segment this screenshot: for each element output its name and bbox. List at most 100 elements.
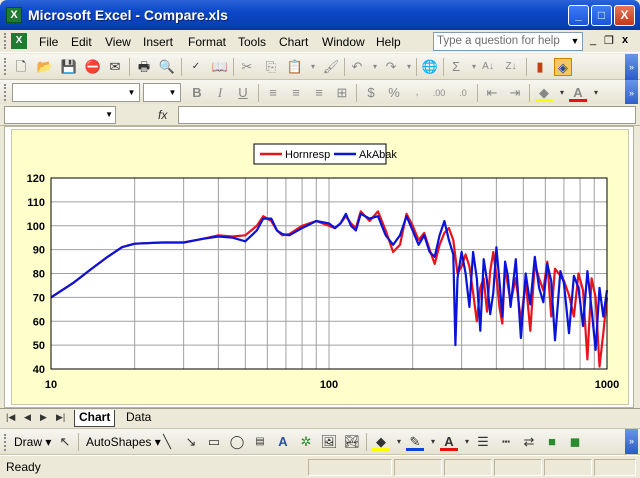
open-icon[interactable]: 📂 [36, 58, 54, 76]
name-box[interactable]: ▼ [4, 106, 116, 124]
maximize-button[interactable]: □ [591, 5, 612, 26]
text-box-icon[interactable]: ▤ [251, 433, 269, 451]
toolbar-grip[interactable] [4, 33, 8, 49]
comma-style-icon[interactable]: , [408, 84, 426, 102]
shadow-style-icon[interactable]: ■ [543, 433, 561, 451]
paste-icon[interactable]: 📋 [286, 58, 304, 76]
font-color-icon[interactable]: A [569, 84, 587, 102]
spelling-icon[interactable]: ✓ [187, 58, 205, 76]
workbook-icon[interactable]: X [11, 33, 27, 49]
align-left-icon[interactable]: ≡ [264, 84, 282, 102]
3d-style-icon[interactable]: ◼ [566, 433, 584, 451]
close-button[interactable]: X [614, 5, 635, 26]
ask-dropdown-arrow[interactable]: ▼ [568, 33, 582, 50]
currency-button[interactable]: $ [362, 84, 380, 102]
drawing-icon[interactable]: ◈ [554, 58, 572, 76]
picture-icon[interactable]: 🏞 [343, 433, 361, 451]
menu-chart[interactable]: Chart [279, 35, 308, 49]
arrow-style-icon[interactable]: ⇄ [520, 433, 538, 451]
wordart-icon[interactable]: A [274, 433, 292, 451]
permission-icon[interactable]: ⛔ [84, 58, 102, 76]
excel-icon[interactable]: X [6, 7, 22, 23]
email-icon[interactable]: ✉ [106, 58, 124, 76]
clip-art-icon[interactable]: 🖼 [320, 433, 338, 451]
line-icon[interactable]: ╲ [158, 433, 176, 451]
toolbar-grip[interactable] [4, 434, 6, 451]
fill-color-icon[interactable]: ◆ [372, 433, 390, 451]
doc-close-button[interactable]: x [622, 34, 628, 46]
increase-indent-icon[interactable]: ⇥ [506, 84, 524, 102]
print-preview-icon[interactable]: 🔍 [158, 58, 176, 76]
hyperlink-icon[interactable]: 🌐 [421, 58, 439, 76]
cut-icon[interactable]: ✂ [238, 58, 256, 76]
select-objects-icon[interactable]: ↖ [56, 433, 74, 451]
percent-button[interactable]: % [385, 84, 403, 102]
menu-tools[interactable]: Tools [238, 35, 266, 49]
toolbar-options-chevron[interactable]: » [625, 80, 638, 106]
align-center-icon[interactable]: ≡ [287, 84, 305, 102]
toolbar-grip[interactable] [4, 84, 6, 101]
menu-file[interactable]: File [39, 35, 58, 49]
rectangle-icon[interactable]: ▭ [205, 433, 223, 451]
font-color-icon[interactable]: A [440, 433, 458, 451]
font-color-dropdown-icon[interactable]: ▾ [587, 84, 605, 102]
sort-ascending-icon[interactable]: A↓ [479, 58, 497, 76]
undo-icon[interactable]: ↶ [348, 58, 366, 76]
first-sheet-icon[interactable]: |◀ [6, 412, 15, 423]
autosum-icon[interactable]: Σ [447, 58, 465, 76]
chart-plot[interactable]: 40 50 60 70 80 90 100 110 120 10 100 1000 Hornresp A… [12, 130, 628, 404]
doc-minimize-button[interactable]: _ [590, 34, 596, 46]
line-style-icon[interactable]: ☰ [474, 433, 492, 451]
oval-icon[interactable]: ◯ [228, 433, 246, 451]
fill-color-icon[interactable]: ◆ [535, 84, 553, 102]
redo-icon[interactable]: ↷ [382, 58, 400, 76]
chart-area[interactable]: 40 50 60 70 80 90 100 110 120 10 100 1000 Hornresp A… [11, 129, 629, 405]
toolbar-options-chevron[interactable]: » [625, 54, 638, 80]
autoshapes-menu-button[interactable]: AutoShapes ▾ [86, 435, 161, 449]
format-painter-icon[interactable]: 🖌 [322, 58, 340, 76]
bold-button[interactable]: B [188, 84, 206, 102]
prev-sheet-icon[interactable]: ◀ [24, 412, 31, 423]
underline-button[interactable]: U [234, 84, 252, 102]
next-sheet-icon[interactable]: ▶ [40, 412, 47, 423]
arrow-icon[interactable]: ↘ [182, 433, 200, 451]
ask-question-input[interactable]: Type a question for help [433, 32, 583, 51]
save-icon[interactable]: 💾 [60, 58, 78, 76]
paste-dropdown-icon[interactable]: ▾ [304, 58, 322, 76]
chevron-down-icon[interactable]: ▼ [105, 110, 113, 119]
sort-descending-icon[interactable]: Z↓ [502, 58, 520, 76]
print-icon[interactable]: 🖶 [135, 58, 153, 76]
chart-wizard-icon[interactable]: ▮ [531, 58, 549, 76]
menu-insert[interactable]: Insert [143, 35, 173, 49]
fx-icon[interactable]: fx [158, 108, 167, 122]
minimize-button[interactable]: _ [568, 5, 589, 26]
diagram-icon[interactable]: ✲ [297, 433, 315, 451]
last-sheet-icon[interactable]: ▶| [56, 412, 65, 423]
draw-menu-button[interactable]: Draw ▾ [14, 435, 51, 449]
merge-center-icon[interactable]: ⊞ [333, 84, 351, 102]
decrease-decimal-icon[interactable]: .0 [454, 84, 472, 102]
dash-style-icon[interactable]: ┅ [497, 433, 515, 451]
new-icon[interactable]: 🗋 [12, 58, 30, 76]
copy-icon[interactable]: ⎘ [262, 58, 280, 76]
doc-restore-button[interactable]: ❐ [604, 34, 614, 47]
toolbar-grip[interactable] [4, 58, 6, 75]
research-icon[interactable]: 📖 [211, 58, 229, 76]
align-right-icon[interactable]: ≡ [310, 84, 328, 102]
menu-help[interactable]: Help [376, 35, 401, 49]
menu-edit[interactable]: Edit [71, 35, 92, 49]
menu-format[interactable]: Format [188, 35, 226, 49]
increase-decimal-icon[interactable]: .00 [430, 84, 448, 102]
line-color-icon[interactable]: ✎ [406, 433, 424, 451]
tab-chart[interactable]: Chart [74, 410, 116, 427]
menu-view[interactable]: View [105, 35, 131, 49]
font-size-select[interactable]: ▼ [143, 83, 181, 102]
chart-legend[interactable]: Hornresp AkAbak [253, 143, 397, 165]
italic-button[interactable]: I [211, 84, 229, 102]
menu-window[interactable]: Window [322, 35, 365, 49]
toolbar-options-chevron[interactable]: » [625, 429, 638, 454]
tab-data[interactable]: Data [122, 410, 155, 427]
font-name-select[interactable]: ▼ [12, 83, 140, 102]
formula-input[interactable] [178, 106, 636, 124]
decrease-indent-icon[interactable]: ⇤ [483, 84, 501, 102]
